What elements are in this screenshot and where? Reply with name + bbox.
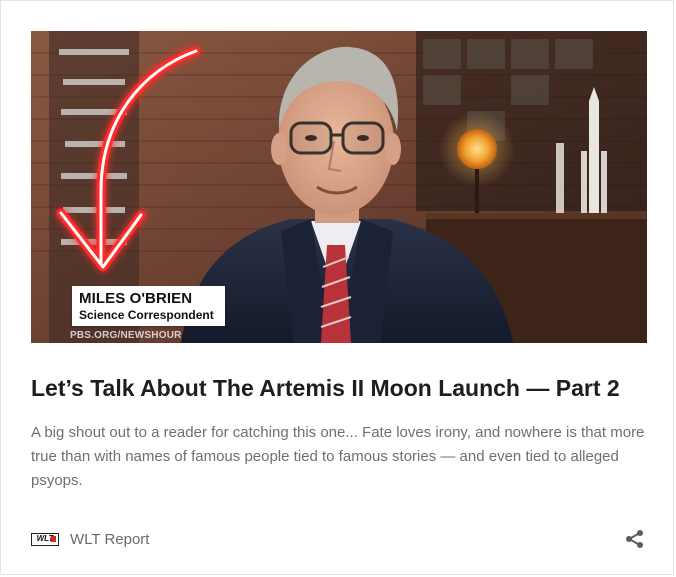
share-button[interactable]	[625, 529, 645, 549]
source-name-link[interactable]: WLT Report	[70, 531, 149, 549]
source-logo-icon[interactable]: WLT	[31, 533, 59, 546]
card-footer: WLT WLT Report	[31, 525, 647, 557]
share-icon	[626, 530, 643, 548]
article-card[interactable]: MILES O'BRIEN Science Correspondent PBS.…	[0, 0, 674, 575]
article-excerpt: A big shout out to a reader for catching…	[31, 424, 645, 489]
article-title[interactable]: Let’s Talk About The Artemis II Moon Lau…	[31, 373, 651, 403]
name-lower-third: MILES O'BRIEN Science Correspondent	[72, 286, 225, 326]
video-watermark: PBS.ORG/NEWSHOUR	[70, 330, 182, 341]
article-thumbnail[interactable]: MILES O'BRIEN Science Correspondent PBS.…	[31, 31, 647, 343]
correspondent-role: Science Correspondent	[79, 308, 214, 322]
correspondent-name: MILES O'BRIEN	[79, 290, 193, 307]
